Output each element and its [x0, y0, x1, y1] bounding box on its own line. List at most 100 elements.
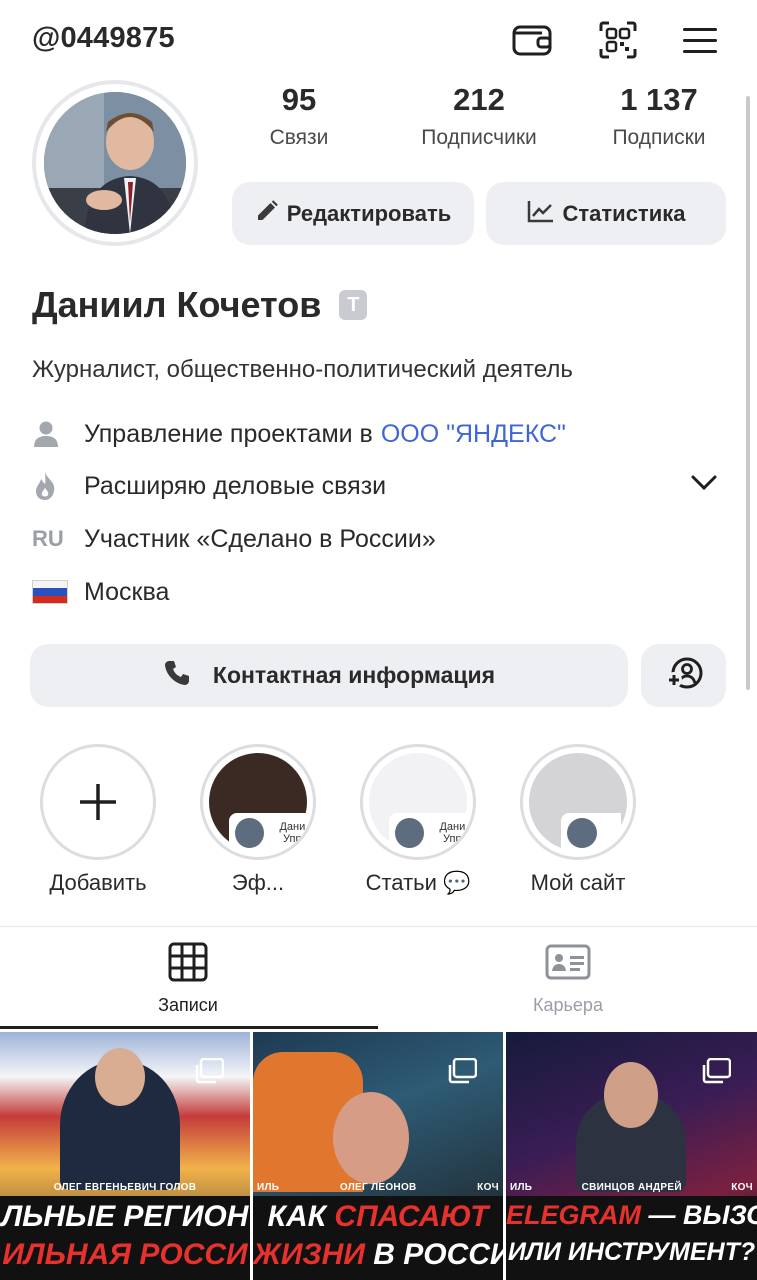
copy-icon: [447, 1057, 478, 1084]
headline-part: ЖИЗНИ: [253, 1238, 374, 1271]
phone-icon: [163, 659, 191, 693]
post-headline-line2: ИЛИ ИНСТРУМЕНТ?: [507, 1238, 756, 1266]
statistics-label: Статистика: [562, 200, 686, 226]
chart-icon: [527, 199, 555, 229]
profile-handle[interactable]: @0449875: [32, 22, 175, 55]
post-headline-line1: ELEGRAM — ВЫЗО: [506, 1200, 757, 1231]
pencil-icon: [255, 199, 279, 229]
edit-profile-button[interactable]: Редактировать: [232, 182, 474, 245]
info-row-city: Москва: [32, 576, 169, 608]
highlight-ring: Дани Упр: [200, 744, 316, 860]
stat-following[interactable]: 1 137 Подписки: [579, 80, 739, 150]
highlight-item[interactable]: Дани Упр Эф...: [200, 744, 316, 896]
stat-label: Связи: [269, 126, 329, 149]
menu-icon[interactable]: [678, 18, 722, 62]
highlight-ring: Дани Упр: [360, 744, 476, 860]
highlight-label: Статьи 💬: [365, 870, 471, 895]
highlight-ring: [520, 744, 636, 860]
post-headline-line2: ЖИЗНИ В РОССИИ: [253, 1238, 503, 1272]
headline-part: СПАСАЮТ: [334, 1200, 489, 1233]
post-person-name: ОЛЕГ ЕВГЕНЬЕВИЧ ГОЛОВ: [53, 1182, 197, 1193]
top-bar: @0449875: [0, 0, 757, 80]
tab-label: Карьера: [533, 995, 603, 1015]
russia-flag-icon: [32, 576, 72, 608]
stat-followers[interactable]: 212 Подписчики: [399, 80, 559, 150]
stat-value: 1 137: [620, 82, 698, 117]
post-person-image: [95, 1048, 145, 1106]
section-divider: [0, 926, 757, 927]
edit-label: Редактировать: [286, 200, 452, 226]
info-row-goal: Расширяю деловые связи: [32, 470, 386, 502]
name-row: Даниил Кочетов T: [32, 284, 368, 326]
highlight-ring: [40, 744, 156, 860]
avatar: [235, 818, 264, 848]
posts-grid: ОЛЕГ ЕВГЕНЬЕВИЧ ГОЛОВ ЛЬНЫЕ РЕГИОН ИЛЬНА…: [0, 1032, 757, 1280]
person-icon: [32, 418, 72, 450]
tab-label: Записи: [158, 995, 218, 1015]
post-person-name-center: ОЛЕГ ЛЕОНОВ: [339, 1182, 417, 1193]
post-person-right: КОЧ: [477, 1182, 499, 1193]
post-person-name: ИЛЬ СВИНЦОВ АНДРЕЙ КОЧ: [506, 1182, 757, 1193]
highlight-mini-card: Дани Упр: [389, 813, 473, 853]
work-prefix: Управление проектами в: [84, 419, 373, 448]
post-headline-line2: ИЛЬНАЯ РОССИ: [2, 1238, 248, 1271]
city-text: Москва: [84, 577, 170, 606]
mini-card-text: Дани Упр: [439, 821, 466, 845]
avatar: [395, 818, 424, 848]
post-person-image: [604, 1062, 658, 1128]
contact-info-button[interactable]: Контактная информация: [30, 644, 628, 707]
info-row-membership: RU Участник «Сделано в России»: [32, 523, 436, 555]
company-link[interactable]: ООО "ЯНДЕКС": [381, 420, 566, 449]
post-person-name: ИЛЬ ОЛЕГ ЛЕОНОВ КОЧ: [253, 1182, 503, 1193]
add-person-icon: [665, 656, 703, 696]
contact-info-label: Контактная информация: [212, 662, 496, 688]
copy-icon: [194, 1057, 225, 1084]
highlight-label: Добавить: [49, 870, 147, 895]
qr-code-icon[interactable]: [596, 18, 640, 62]
wallet-icon[interactable]: [510, 18, 554, 62]
headline-part: КАК: [267, 1200, 335, 1233]
stat-value: 212: [453, 82, 505, 117]
mini-card-text: Дани Упр: [279, 821, 306, 845]
post-headline-line1: КАК СПАСАЮТ: [253, 1200, 503, 1234]
post-tile[interactable]: ОЛЕГ ЕВГЕНЬЕВИЧ ГОЛОВ ЛЬНЫЕ РЕГИОН ИЛЬНА…: [0, 1032, 250, 1280]
id-card-icon: [488, 942, 648, 987]
post-tile[interactable]: ИЛЬ ОЛЕГ ЛЕОНОВ КОЧ КАК СПАСАЮТ ЖИЗНИ В …: [253, 1032, 503, 1280]
highlight-mini-card: [561, 813, 621, 853]
headline-part: В РОССИИ: [373, 1238, 503, 1271]
verified-t-badge-icon[interactable]: T: [339, 290, 368, 320]
highlight-item[interactable]: Мой сайт: [520, 744, 636, 896]
post-person-image: [333, 1092, 409, 1184]
profile-avatar-ring[interactable]: [32, 80, 198, 246]
stat-label: Подписчики: [421, 126, 537, 149]
info-row-work: Управление проектами в ООО "ЯНДЕКС": [32, 418, 566, 450]
statistics-button[interactable]: Статистика: [486, 182, 726, 245]
stat-label: Подписки: [612, 126, 706, 149]
active-tab-indicator: [0, 1026, 378, 1029]
ru-badge-icon: RU: [32, 526, 64, 551]
stat-value: 95: [281, 82, 317, 117]
plus-icon: [43, 747, 153, 857]
highlight-add[interactable]: Добавить: [40, 744, 156, 896]
flame-icon: [32, 470, 72, 502]
avatar: [567, 818, 597, 848]
highlight-label: Мой сайт: [530, 870, 626, 895]
tab-posts[interactable]: Записи: [108, 942, 268, 1016]
post-headline-line1: ЛЬНЫЕ РЕГИОН: [1, 1200, 249, 1233]
tab-career[interactable]: Карьера: [488, 942, 648, 1016]
post-person-right: КОЧ: [731, 1182, 753, 1193]
chevron-down-icon[interactable]: [690, 474, 718, 497]
post-person-left: ИЛЬ: [510, 1182, 533, 1193]
highlight-label: Эф...: [231, 870, 285, 895]
add-connection-button[interactable]: [641, 644, 726, 707]
membership-text: Участник «Сделано в России»: [84, 524, 436, 553]
copy-icon: [701, 1057, 732, 1084]
profile-bio: Журналист, общественно-политический деят…: [32, 356, 573, 383]
stat-connections[interactable]: 95 Связи: [219, 80, 379, 150]
post-tile[interactable]: ИЛЬ СВИНЦОВ АНДРЕЙ КОЧ ELEGRAM — ВЫЗО ИЛ…: [506, 1032, 757, 1280]
avatar: [44, 92, 186, 234]
scrollbar[interactable]: [746, 96, 750, 690]
headline-part: — ВЫЗО: [641, 1200, 757, 1230]
post-person-name-center: СВИНЦОВ АНДРЕЙ: [581, 1182, 682, 1193]
highlight-item[interactable]: Дани Упр Статьи 💬: [360, 744, 476, 896]
